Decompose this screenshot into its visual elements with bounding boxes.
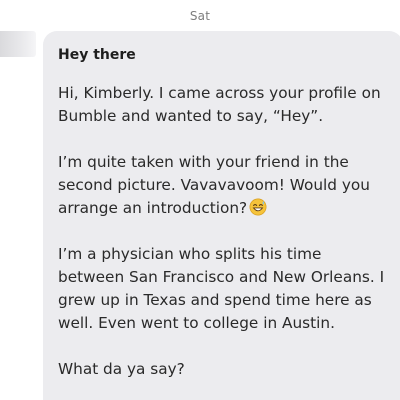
message-paragraph-1: Hi, Kimberly. I came across your profile… — [58, 84, 381, 125]
grinning-face-with-sweat-icon — [249, 198, 267, 216]
message-paragraph-4: What da ya say? — [58, 360, 185, 378]
message-paragraph-3: I’m a physician who splits his time betw… — [58, 245, 385, 332]
message-paragraph-2: I’m quite taken with your friend in the … — [58, 151, 389, 220]
previous-message-edge — [0, 31, 36, 57]
message-subject: Hey there — [58, 47, 136, 63]
message-paragraph-2-text: I’m quite taken with your friend in the … — [58, 153, 370, 217]
received-message-bubble[interactable]: Hey there Hi, Kimberly. I came across yo… — [43, 31, 400, 400]
day-divider-label: Sat — [189, 9, 211, 23]
message-thread: Sat Hey there Hi, Kimberly. I came acros… — [0, 0, 400, 400]
